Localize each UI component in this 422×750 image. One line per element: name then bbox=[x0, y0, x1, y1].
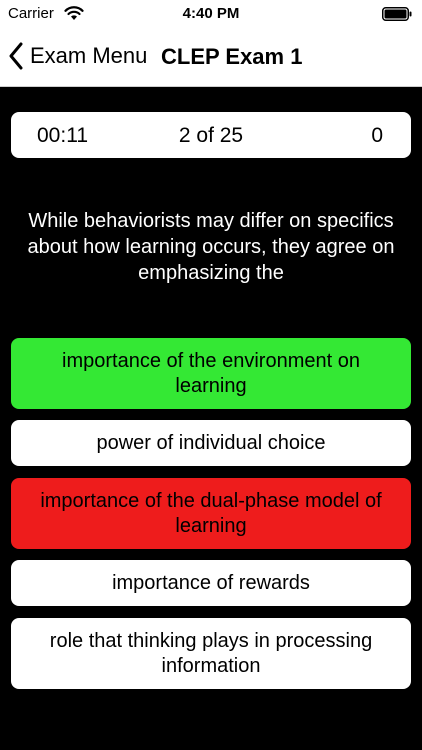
page-title: CLEP Exam 1 bbox=[161, 44, 303, 69]
question-text: While behaviorists may differ on specifi… bbox=[27, 210, 395, 284]
answer-option-4[interactable]: importance of rewards bbox=[11, 560, 411, 606]
score: 0 bbox=[371, 124, 383, 147]
status-time: 4:40 PM bbox=[182, 5, 240, 22]
back-button[interactable]: Exam Menu bbox=[8, 40, 147, 72]
answer-option-5[interactable]: role that thinking plays in processing i… bbox=[11, 618, 411, 689]
score-card: 00:11 2 of 25 0 bbox=[11, 112, 411, 158]
answer-option-2[interactable]: power of individual choice bbox=[11, 420, 411, 466]
question-progress: 2 of 25 bbox=[178, 124, 244, 147]
chevron-left-icon bbox=[9, 42, 23, 70]
answer-option-1[interactable]: importance of the environment on learnin… bbox=[11, 338, 411, 409]
battery-icon bbox=[382, 7, 412, 21]
answer-option-3[interactable]: importance of the dual-phase model of le… bbox=[11, 478, 411, 549]
status-bar: Carrier 4:40 PM bbox=[0, 0, 422, 28]
navigation-bar: Exam Menu CLEP Exam 1 bbox=[0, 28, 422, 87]
back-button-label: Exam Menu bbox=[30, 43, 148, 68]
